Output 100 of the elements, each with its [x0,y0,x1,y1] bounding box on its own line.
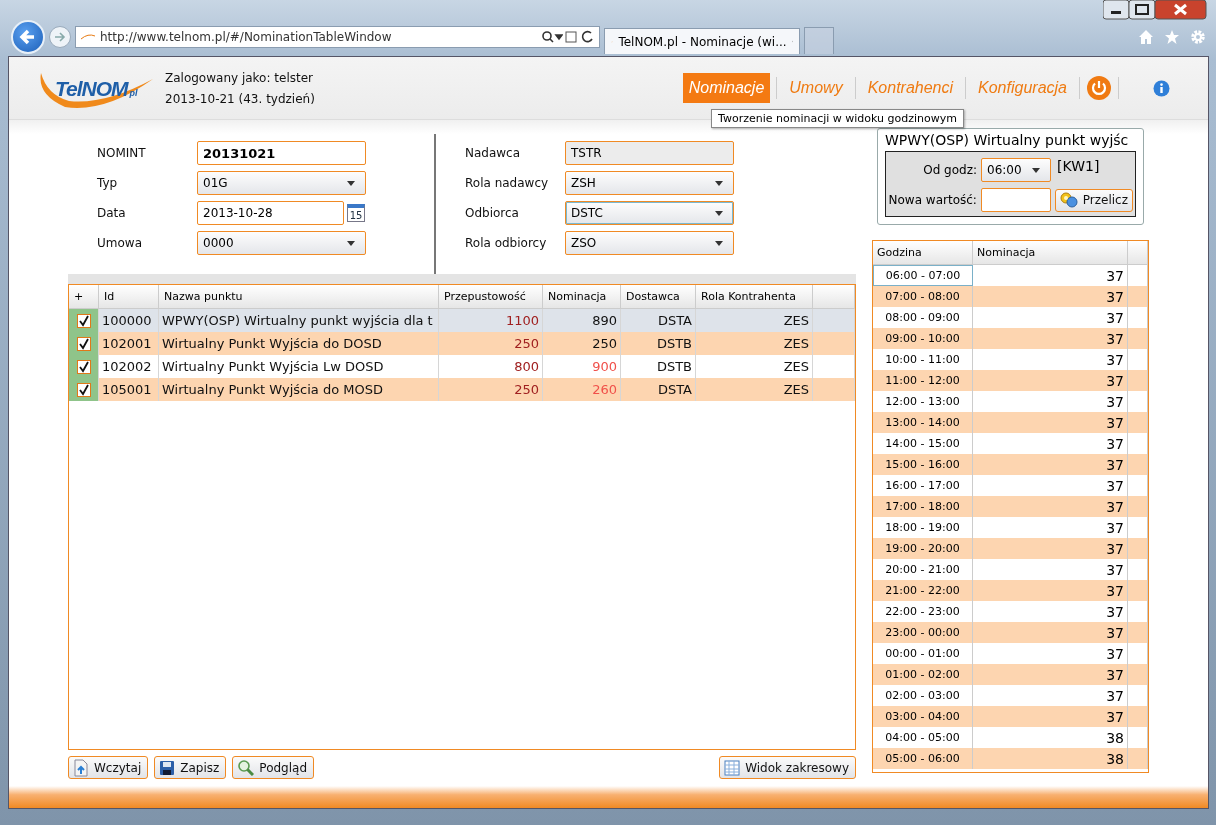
forward-arrow-icon [53,30,67,44]
dropdown[interactable]: 06:00 [981,158,1051,182]
info-icon[interactable] [1153,79,1170,97]
table-cell: 37 [1106,645,1124,662]
table-cell: 37 [1106,624,1124,641]
search-icon [237,759,255,776]
search-icon[interactable] [541,30,563,44]
date-label: 2013-10-21 (43. tydzień) [165,91,315,106]
table-cell[interactable]: 13:00 - 14:00 [873,412,973,433]
field-label: Data [97,206,127,220]
table-cell: 250 [514,336,539,351]
toolbar-button[interactable]: Podgląd [232,756,315,779]
table-cell: 102002 [102,359,152,374]
save-icon [159,759,176,776]
table-cell[interactable]: 03:00 - 04:00 [873,706,973,727]
table-cell[interactable]: 05:00 - 06:00 [873,748,973,769]
recalc-button[interactable]: Przelicz [1054,188,1133,212]
table-cell: 37 [1106,456,1124,473]
dropdown[interactable]: 01G [197,171,366,195]
table-cell: 100000 [102,313,152,328]
calendar-button[interactable]: 15 [347,204,365,222]
column-header[interactable]: Id [99,285,159,308]
table-cell[interactable]: 01:00 - 02:00 [873,664,973,685]
table-cell: 37 [1106,498,1124,515]
column-header[interactable]: Nazwa punktu [159,285,439,308]
tooltip: Tworzenie nominacji w widoku godzinowym [711,109,965,128]
table-cell[interactable]: 15:00 - 16:00 [873,454,973,475]
forward-button[interactable] [49,26,71,48]
dropdown[interactable]: ZSO [565,231,734,255]
table-cell[interactable]: 06:00 - 07:00 [873,265,973,286]
column-header[interactable]: Nominacja [973,241,1128,264]
window-controls-drawing[interactable] [1103,0,1207,20]
table-row[interactable]: 105001 Wirtualny Punkt Wyjścia do MOSD 250 260 DSTA ZES [69,378,855,401]
checkbox[interactable] [76,313,91,328]
table-cell: 37 [1106,708,1124,725]
column-header[interactable]: Dostawca [621,285,696,308]
favicon [80,33,96,41]
table-cell: 37 [1106,477,1124,494]
caret-icon [347,240,355,246]
checkbox[interactable] [76,336,91,351]
table-cell: 37 [1106,288,1124,305]
table-cell[interactable]: 07:00 - 08:00 [873,286,973,307]
table-cell: WPWY(OSP) Wirtualny punkt wyjścia dla t [162,313,433,328]
upload-file-icon [73,758,89,777]
table-cell: ZES [783,313,809,328]
column-header[interactable]: Przepustowość [439,285,543,308]
table-cell: 250 [514,382,539,397]
coins-icon [1059,192,1078,208]
column-header[interactable]: Nominacja [543,285,621,308]
table-row[interactable]: 100000 WPWY(OSP) Wirtualny punkt wyjścia dla t 1100 890 DSTA ZES [69,309,855,332]
column-header[interactable]: Godzina [873,241,973,264]
table-cell: Wirtualny Punkt Wyjścia do MOSD [162,382,383,397]
splitter-handle[interactable] [68,274,856,284]
field-label: Rola nadawcy [465,176,550,190]
table-cell: 38 [1106,729,1124,746]
input-field[interactable]: 20131021 [197,141,366,165]
field-label: NOMINT [97,146,147,160]
table-cell: 890 [592,313,617,328]
table-cell: Wirtualny Punkt Wyjścia do DOSD [162,336,382,351]
caret-icon [715,180,723,186]
checkbox[interactable] [76,359,91,374]
table-cell: Wirtualny Punkt Wyjścia Lw DOSD [162,359,384,374]
range-view-button[interactable]: Widok zakresowy [719,756,856,779]
caret-icon [715,240,723,246]
table-cell: 37 [1106,540,1124,557]
table-cell[interactable]: 17:00 - 18:00 [873,496,973,517]
table-cell: ZES [783,382,809,397]
dropdown[interactable]: DSTC [565,201,734,225]
table-cell[interactable]: 21:00 - 22:00 [873,580,973,601]
column-header[interactable]: + [69,285,99,308]
table-row[interactable]: 102001 Wirtualny Punkt Wyjścia do DOSD 250 250 DSTB ZES [69,332,855,355]
table-cell[interactable]: 19:00 - 20:00 [873,538,973,559]
table-cell: 900 [592,359,617,374]
refresh-icon[interactable] [565,30,595,44]
table-cell: ZES [783,359,809,374]
star-icon[interactable] [1164,29,1180,45]
table-cell: 37 [1106,393,1124,410]
input-field: TSTR [565,141,734,165]
field-label: Nadawca [465,146,522,160]
column-header[interactable]: Rola Kontrahenta [696,285,813,308]
power-icon[interactable] [1086,75,1112,101]
date-field[interactable]: 2013-10-28 [197,201,344,225]
table-cell: 37 [1106,435,1124,452]
dropdown[interactable]: 0000 [197,231,366,255]
back-button[interactable] [11,20,45,54]
table-cell[interactable]: 11:00 - 12:00 [873,370,973,391]
table-cell[interactable]: 09:00 - 10:00 [873,328,973,349]
toolbar-button[interactable]: Zapisz [154,756,227,779]
toolbar-button[interactable]: Wczytaj [68,756,149,779]
address-field[interactable]: http://www.telnom.pl/#/NominationTableWindow [75,26,600,48]
dropdown[interactable]: ZSH [565,171,734,195]
table-cell: 37 [1106,351,1124,368]
checkmark-icon [77,314,90,327]
input-field[interactable] [980,188,1051,212]
table-cell[interactable]: 23:00 - 00:00 [873,622,973,643]
table-cell: 102001 [102,336,152,351]
browser-tab[interactable]: TelNOM.pl - Nominacje (wi... [604,28,800,54]
field-label: Rola odbiorcy [465,236,548,250]
table-cell: 800 [514,359,539,374]
checkbox[interactable] [76,382,91,397]
